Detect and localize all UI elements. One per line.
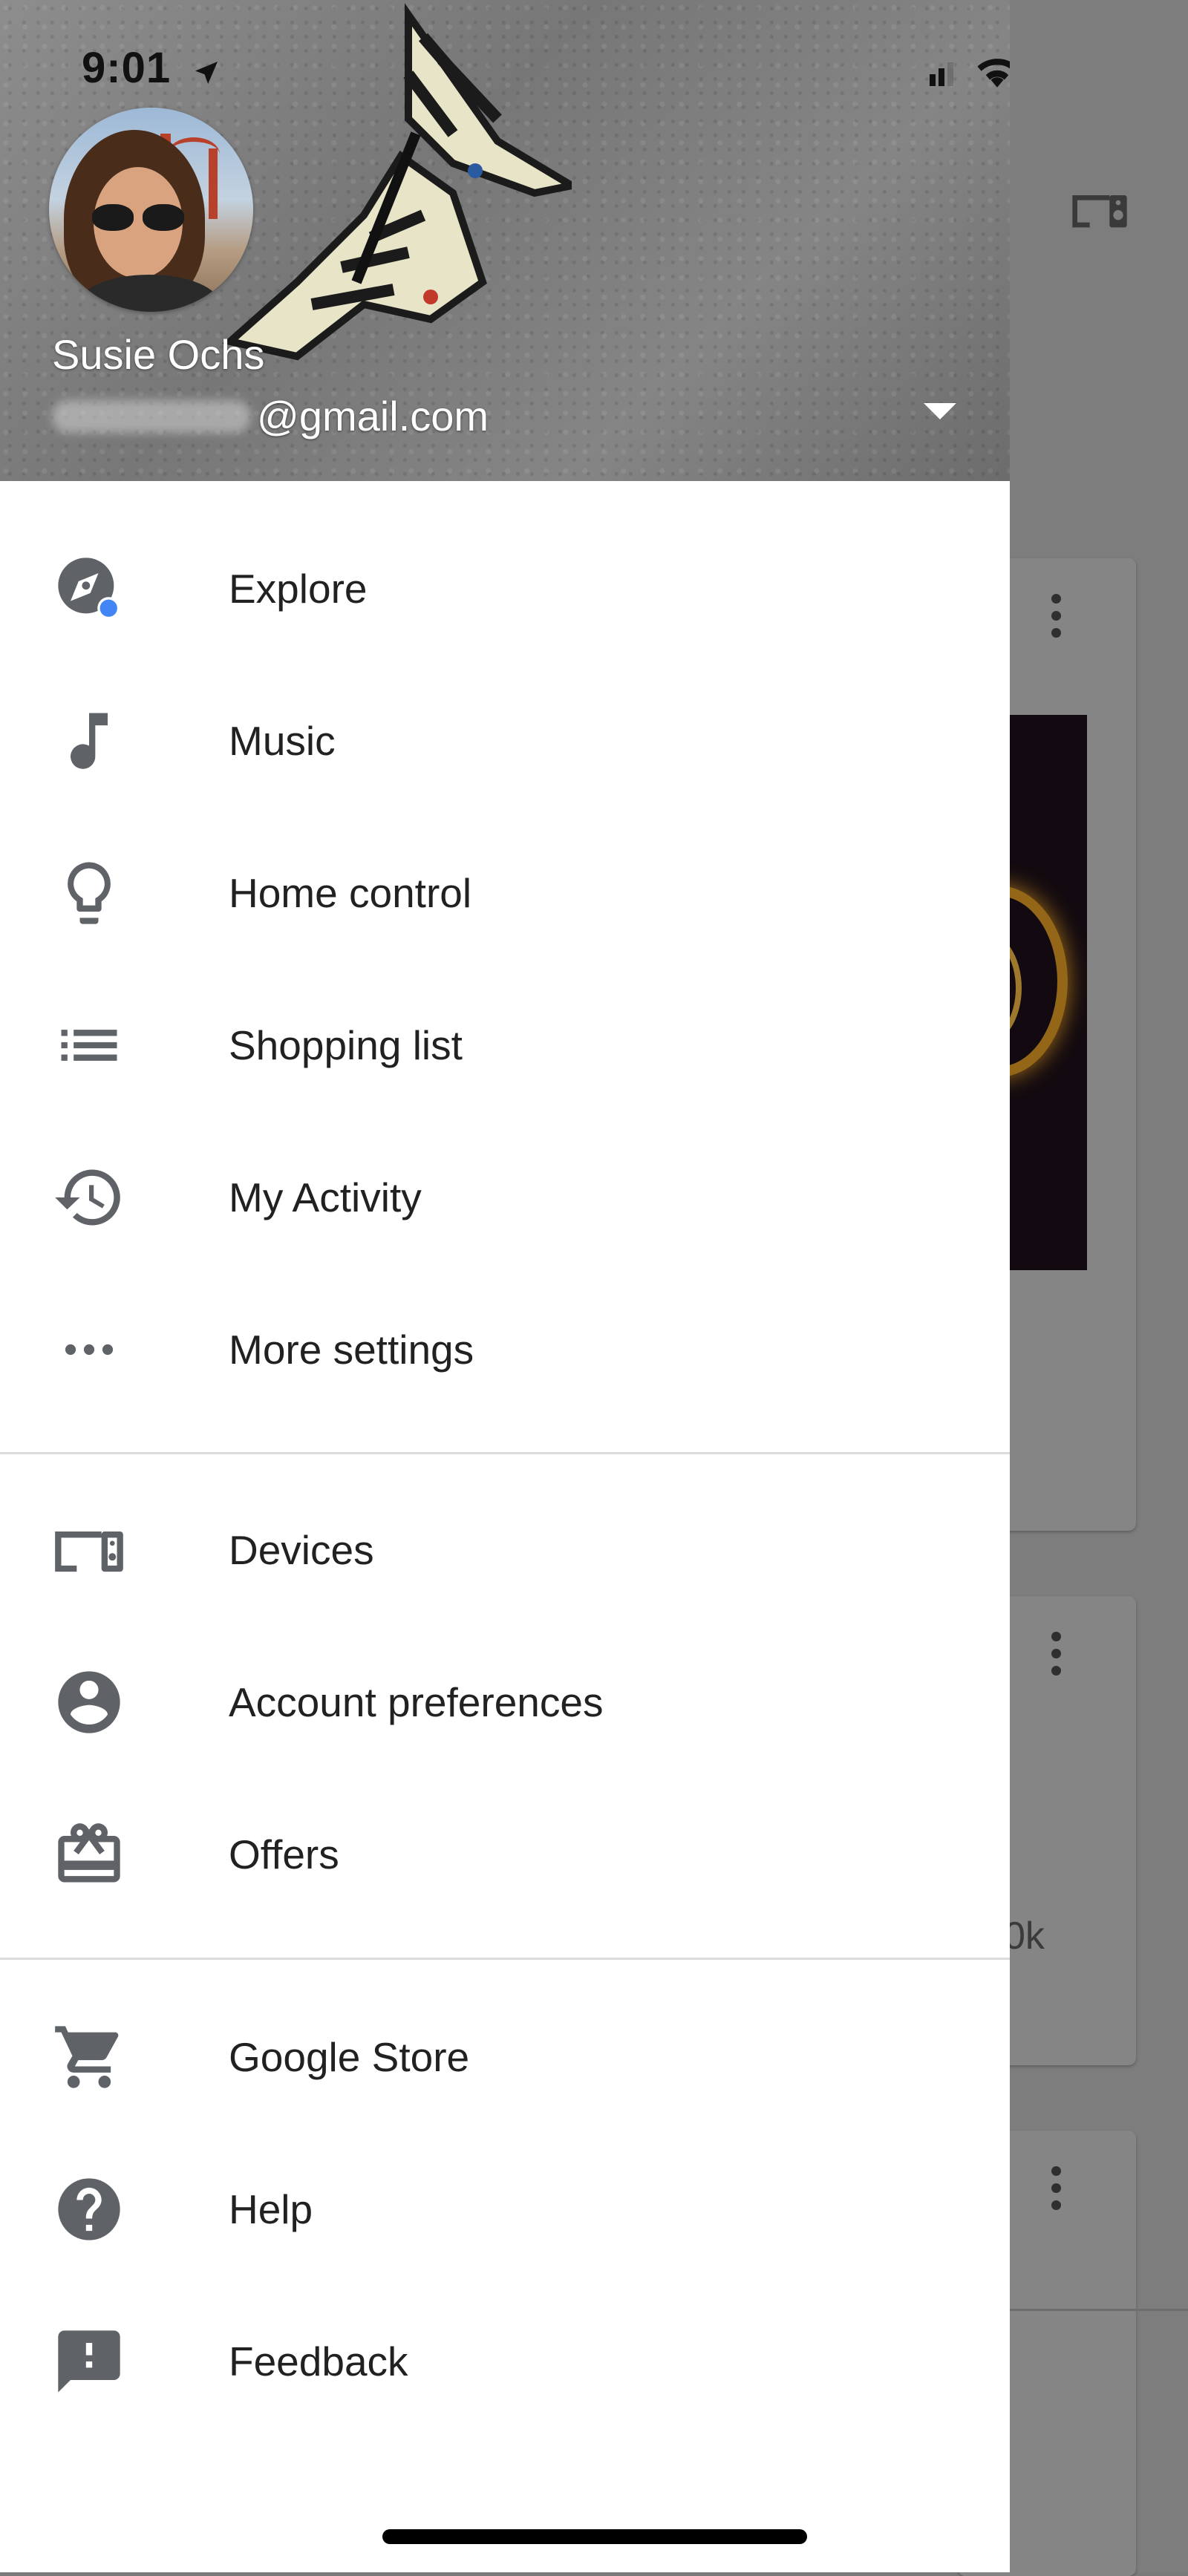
menu-item-label: My Activity [229,1174,422,1220]
menu-group-support: Google Store Help Feedback [0,1981,1010,2437]
list-icon [52,1008,126,1082]
menu-item-explore[interactable]: Explore [0,512,1010,664]
menu-group-main: Explore Music Home control Shopping list… [0,512,1010,1425]
menu-item-feedback[interactable]: Feedback [0,2285,1010,2437]
menu-group-account: Devices Account preferences Offers [0,1474,1010,1930]
menu-item-devices[interactable]: Devices [0,1474,1010,1626]
menu-item-more-settings[interactable]: More settings [0,1273,1010,1425]
help-icon [52,2172,126,2246]
more-vert-icon [1051,1632,1062,1683]
more-vert-icon [1051,594,1062,645]
menu-item-offers[interactable]: Offers [0,1778,1010,1930]
history-icon [52,1160,126,1235]
menu-item-my-activity[interactable]: My Activity [0,1121,1010,1273]
more-vert-icon [1051,2166,1062,2217]
menu-item-label: Feedback [229,2338,408,2384]
cellular-signal-icon [930,62,953,86]
account-name: Susie Ochs [52,331,265,378]
music-note-icon [52,704,126,778]
more-horiz-icon [52,1312,126,1387]
menu-item-label: More settings [229,1326,474,1373]
account-email: @gmail.com [52,392,489,440]
navigation-drawer: 9:01 Susie Ochs @gmail.com Explore Music… [0,0,1010,2572]
avatar[interactable] [49,108,253,312]
menu-item-account-preferences[interactable]: Account preferences [0,1626,1010,1778]
menu-item-label: Google Store [229,2033,470,2080]
feedback-icon [52,2324,126,2399]
wifi-icon [977,59,1010,88]
menu-item-help[interactable]: Help [0,2133,1010,2285]
menu-item-label: Offers [229,1831,339,1877]
home-indicator[interactable] [382,2529,807,2544]
location-arrow-icon [195,62,218,84]
cast-devices-icon[interactable] [1065,180,1134,240]
menu-item-label: Shopping list [229,1021,463,1068]
background-divider [1010,2309,1188,2311]
compass-icon [52,552,126,626]
menu-item-music[interactable]: Music [0,664,1010,817]
cart-icon [52,2020,126,2094]
menu-item-label: Account preferences [229,1678,604,1725]
menu-item-label: Music [229,717,336,764]
lightbulb-icon [52,856,126,930]
menu-item-home-control[interactable]: Home control [0,817,1010,969]
status-indicators [927,53,1010,89]
redacted-email-username [52,399,251,433]
menu-item-google-store[interactable]: Google Store [0,1981,1010,2133]
dropdown-arrow-icon[interactable] [924,403,956,419]
menu-item-label: Explore [229,565,368,612]
gift-card-icon [52,1817,126,1892]
email-domain: @gmail.com [257,393,489,439]
background-partial-text: 0k [1004,1915,1045,1958]
notification-dot [99,599,117,617]
menu-item-label: Home control [229,869,472,916]
menu-item-shopping-list[interactable]: Shopping list [0,969,1010,1121]
devices-icon [52,1513,126,1587]
menu-item-label: Help [229,2186,313,2232]
account-header[interactable]: 9:01 Susie Ochs @gmail.com [0,0,1010,481]
menu-item-label: Devices [229,1526,374,1573]
status-time: 9:01 [82,44,172,92]
menu-divider [0,1958,1010,1960]
account-circle-icon [52,1665,126,1739]
menu-divider [0,1452,1010,1454]
